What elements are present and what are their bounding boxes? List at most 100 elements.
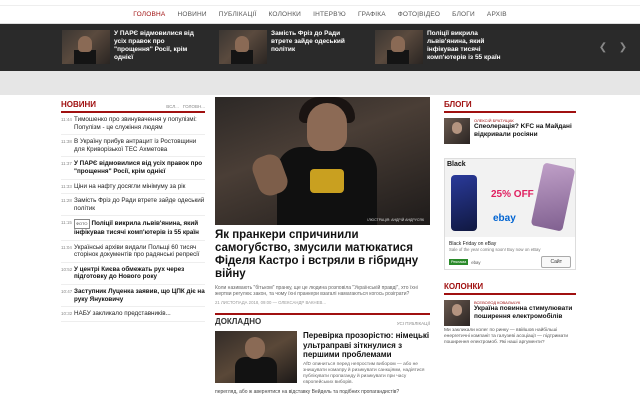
ad-footer: Реклама ebay Сайт	[449, 256, 571, 268]
news-row[interactable]: 11:33 Ціни на нафту досягли мінімуму за р…	[61, 180, 205, 195]
news-headline-text: У ПАРЄ відмовилися від усіх правок про "…	[74, 160, 203, 175]
ticker-thumb	[375, 30, 423, 64]
detail-item-lead: AfD опиниться перед непростим вибором — …	[303, 361, 425, 385]
news-headline[interactable]: Замість Фріз до Ради втрете зайде одеськ…	[74, 197, 205, 212]
tab-main[interactable]: ГОЛОВН...	[183, 104, 205, 109]
news-time: 11:15	[61, 220, 72, 226]
ticker-text: Замість Фріз до Ради втрете зайде одеськ…	[271, 30, 345, 53]
news-headline-text: Українські архіви видали Польщі 60 тисяч…	[74, 243, 200, 259]
ad-phone-right	[530, 162, 576, 232]
main-headline[interactable]: Як пранкери спричинили самогубство, змус…	[215, 229, 430, 281]
ticker-thumb	[219, 30, 267, 64]
nav-news[interactable]: НОВИНИ	[171, 6, 212, 24]
detail-thumb	[215, 331, 297, 383]
news-headline[interactable]: У ПАРЄ відмовилися від усіх правок про "…	[74, 160, 205, 175]
news-time: 11:28	[61, 198, 72, 204]
nav-blogs[interactable]: БЛОГИ	[446, 6, 481, 24]
news-row[interactable]: 11:04 Українські архіви видали Польщі 60 …	[61, 241, 205, 263]
news-headline[interactable]: Ціни на нафту досягли мінімуму за рік	[74, 183, 185, 191]
column-item[interactable]: ВСЕВОЛОД КОВАЛЬЧУК Україна повинна стиму…	[444, 300, 576, 326]
blog-item[interactable]: ОЛЕКСІЙ БРАТУЩАК Спеолерація? KFC на Май…	[444, 118, 576, 144]
chevron-left-icon[interactable]: ❮	[596, 41, 610, 55]
nav-columns[interactable]: КОЛОНКИ	[262, 6, 307, 24]
news-headline-text: Заступник Луценка заявив, що ЦПК діє на …	[74, 287, 205, 303]
news-headline[interactable]: Українські архіви видали Польщі 60 тисяч…	[74, 244, 205, 259]
ad-discount: 25% OFF	[491, 189, 534, 200]
ticker-text: Поліції викрила львів'янина, який інфіку…	[427, 30, 501, 61]
top-ticker: У ПАРЄ відмовилися від усіх правок про "…	[0, 24, 640, 71]
news-time: 11:33	[61, 183, 72, 189]
detail-item-title[interactable]: Перевірка прозорістю: німецькі ультрапра…	[303, 331, 430, 360]
avatar	[444, 300, 470, 326]
ad-black-label: Black	[447, 161, 466, 168]
tab-latest[interactable]: ВСЛ...	[166, 104, 179, 109]
news-row[interactable]: 10:32 НАБУ закликало представників...	[61, 307, 205, 322]
news-headline[interactable]: В Україну прибув антрацит із Ростовщини …	[74, 138, 205, 153]
news-headline-text: У центрі Києва обмежать рух через підгот…	[74, 265, 185, 281]
news-row[interactable]: 11:38 В Україну прибув антрацит із Ростов…	[61, 135, 205, 158]
ad-subline: Sale of the year coming soon! Buy now on…	[449, 247, 541, 252]
news-time: 11:04	[61, 244, 72, 250]
news-list: 11:44 Тимошенко про звинувачення у популі…	[61, 113, 205, 322]
news-headline-text: НАБУ закликало представників...	[74, 310, 171, 318]
main-photo[interactable]: ІЛЮСТРАЦІЯ: АНДРІЙ АНДРУСЯК	[215, 97, 430, 225]
nav-home[interactable]: ГОЛОВНА	[127, 6, 171, 24]
ad-badge: Реклама	[449, 259, 469, 265]
ticker-thumb	[62, 30, 110, 64]
detail-header: ДОКЛАДНО УСІ ПУБЛІКАЦІЇ	[215, 313, 430, 326]
ad-phone-left	[451, 175, 477, 231]
photo-shirt-print	[310, 169, 344, 193]
ad-domain: ebay	[471, 259, 481, 265]
news-headline[interactable]: Тимошенко про звинувачення у популізмі: …	[74, 116, 205, 131]
news-time: 11:44	[61, 117, 72, 122]
blogs-title: БЛОГИ	[444, 100, 472, 109]
news-headline-text: Тимошенко про звинувачення у популізмі: …	[74, 116, 197, 131]
nav-graphics[interactable]: ГРАФІКА	[352, 6, 392, 24]
column-lead: Ми закликали колег по ринку — ввійшов на…	[444, 328, 569, 345]
blog-post-title[interactable]: Спеолерація? KFC на Майдані відкривали р…	[474, 123, 576, 138]
all-publications-link[interactable]: УСІ ПУБЛІКАЦІЇ	[397, 321, 430, 326]
news-title: НОВИНИ	[61, 100, 97, 109]
ad-site-button[interactable]: Сайт	[541, 256, 571, 268]
blogs-header: БЛОГИ	[444, 100, 576, 113]
main-nav: ГОЛОВНА НОВИНИ ПУБЛІКАЦІЇ КОЛОНКИ ІНТЕРВ…	[0, 6, 640, 24]
news-time: 11:37	[61, 161, 72, 167]
chevron-right-icon[interactable]: ❯	[616, 41, 630, 55]
news-headline-text: Ціни на нафту досягли мінімуму за рік	[74, 182, 186, 190]
right-column: БЛОГИ ОЛЕКСІЙ БРАТУЩАК Спеолерація? KFC …	[444, 100, 576, 346]
news-row[interactable]: 10:52 У центрі Києва обмежать рух через п…	[61, 263, 205, 285]
columns-title: КОЛОНКИ	[444, 282, 576, 295]
news-headline[interactable]: У центрі Києва обмежать рух через підгот…	[74, 266, 205, 281]
ad-band	[0, 71, 640, 95]
avatar	[444, 118, 470, 144]
detail-item[interactable]: Перевірка прозорістю: німецькі ультрапра…	[215, 331, 430, 386]
ticker-item[interactable]: У ПАРЄ відмовилися від усіх правок про "…	[62, 30, 204, 64]
news-time: 10:32	[61, 311, 73, 317]
news-row[interactable]: 11:44 Тимошенко про звинувачення у популі…	[61, 113, 205, 136]
ad-block[interactable]: Black 25% OFF ebay Black Friday on eBay …	[444, 158, 576, 270]
nav-archive[interactable]: АРХІВ	[481, 6, 513, 24]
news-row[interactable]: 10:47 Заступник Луценка заявив, що ЦПК ді…	[61, 285, 205, 308]
news-tabs: ВСЛ... ГОЛОВН...	[166, 104, 205, 109]
ticker-item[interactable]: Замість Фріз до Ради втрете зайде одеськ…	[219, 30, 361, 64]
nav-interviews[interactable]: ІНТЕРВ'Ю	[307, 6, 352, 24]
detail-title: ДОКЛАДНО	[215, 317, 262, 326]
news-row[interactable]: 11:28 Замість Фріз до Ради втрете зайде о…	[61, 194, 205, 217]
news-column: НОВИНИ ВСЛ... ГОЛОВН... 11:44 Тимошенко п…	[61, 100, 205, 322]
news-headline[interactable]: НАБУ закликало представників...	[74, 310, 171, 318]
news-headline[interactable]: ФОТО Поліції викрила львів'янина, який ін…	[74, 219, 205, 236]
column-post-title[interactable]: Україна повинна стимулювати поширення ел…	[474, 305, 576, 320]
photo-figure-head	[307, 103, 347, 151]
ad-text: Black Friday on eBay Sale of the year co…	[445, 239, 575, 270]
news-row[interactable]: 11:15 ФОТО Поліції викрила львів'янина, як…	[61, 216, 205, 241]
news-time: 10:52	[61, 266, 73, 272]
main-meta: 21 ЛИСТОПАДА 2018, 09:00 — ОЛЕКСАНДР ВАК…	[215, 300, 326, 305]
ticker-arrows: ❮ ❯	[596, 41, 630, 55]
news-header: НОВИНИ ВСЛ... ГОЛОВН...	[61, 100, 205, 113]
ticker-item[interactable]: Поліції викрила львів'янина, який інфіку…	[375, 30, 517, 64]
news-headline[interactable]: Заступник Луценка заявив, що ЦПК діє на …	[74, 288, 205, 303]
nav-photo-video[interactable]: ФОТО|ВІДЕО	[392, 6, 446, 24]
news-headline-text: В Україну прибув антрацит із Ростовщини …	[74, 138, 197, 153]
news-row[interactable]: 11:37 У ПАРЄ відмовилися від усіх правок …	[61, 157, 205, 180]
nav-publications[interactable]: ПУБЛІКАЦІЇ	[213, 6, 263, 24]
